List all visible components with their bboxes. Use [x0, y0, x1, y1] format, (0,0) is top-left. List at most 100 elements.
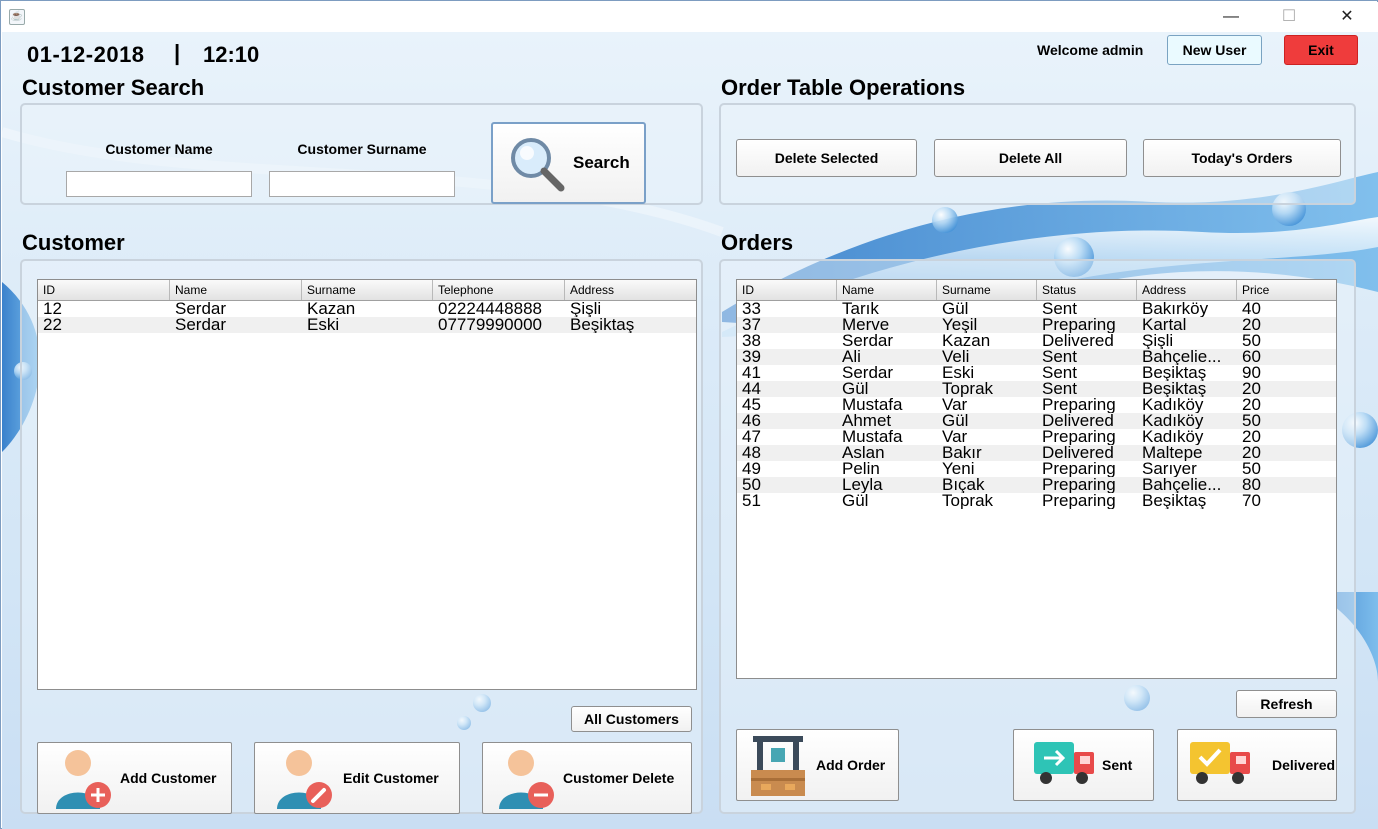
edit-customer-label: Edit Customer: [343, 770, 439, 786]
cell-id: 47: [742, 429, 761, 445]
table-row[interactable]: 46 Ahmet Gül Delivered Kadıköy 50: [737, 413, 1336, 429]
cell-status: Sent: [1042, 349, 1077, 365]
delivered-button[interactable]: Delivered: [1177, 729, 1337, 801]
cell-address: Bahçelie...: [1142, 349, 1222, 365]
table-row[interactable]: 38 Serdar Kazan Delivered Şişli 50: [737, 333, 1336, 349]
table-row[interactable]: 45 Mustafa Var Preparing Kadıköy 20: [737, 397, 1336, 413]
column-header-name[interactable]: Name: [837, 280, 937, 300]
cell-status: Preparing: [1042, 429, 1116, 445]
maximize-button[interactable]: ☐: [1277, 6, 1301, 28]
all-customers-button[interactable]: All Customers: [571, 706, 692, 732]
column-header-telephone[interactable]: Telephone: [433, 280, 565, 300]
column-header-status[interactable]: Status: [1037, 280, 1137, 300]
cell-id: 51: [742, 493, 761, 509]
cell-surname: Toprak: [942, 381, 994, 397]
column-header-id[interactable]: ID: [38, 280, 170, 300]
search-button[interactable]: Search: [491, 122, 646, 204]
refresh-button[interactable]: Refresh: [1236, 690, 1337, 718]
cell-id: 33: [742, 301, 761, 317]
column-header-address[interactable]: Address: [1137, 280, 1237, 300]
cell-status: Preparing: [1042, 461, 1116, 477]
table-row[interactable]: 51 Gül Toprak Preparing Beşiktaş 70: [737, 493, 1336, 509]
customer-table[interactable]: ID Name Surname Telephone Address 12 Ser…: [37, 279, 697, 690]
table-row[interactable]: 41 Serdar Eski Sent Beşiktaş 90: [737, 365, 1336, 381]
edit-customer-button[interactable]: Edit Customer: [254, 742, 460, 814]
column-header-price[interactable]: Price: [1237, 280, 1336, 300]
cell-name: Gül: [842, 381, 869, 397]
cell-surname: Kazan: [942, 333, 991, 349]
customer-surname-input[interactable]: [269, 171, 455, 197]
current-date: 01-12-2018: [27, 42, 145, 67]
todays-orders-button[interactable]: Today's Orders: [1143, 139, 1341, 177]
date-time-separator: |: [174, 40, 181, 65]
cell-address: Beşiktaş: [570, 317, 635, 333]
cell-telephone: 07779990000: [438, 317, 543, 333]
minimize-button[interactable]: —: [1219, 6, 1243, 28]
add-order-label: Add Order: [816, 757, 886, 773]
cell-name: Aslan: [842, 445, 885, 461]
table-row[interactable]: 47 Mustafa Var Preparing Kadıköy 20: [737, 429, 1336, 445]
delete-all-button[interactable]: Delete All: [934, 139, 1127, 177]
add-user-icon: [56, 750, 111, 809]
cell-id: 46: [742, 413, 761, 429]
cell-price: 20: [1242, 397, 1261, 413]
orders-table[interactable]: ID Name Surname Status Address Price 33 T…: [736, 279, 1337, 679]
order-ops-title: Order Table Operations: [721, 75, 966, 100]
column-header-name[interactable]: Name: [170, 280, 302, 300]
customer-name-label: Customer Name: [105, 141, 213, 157]
column-header-id[interactable]: ID: [737, 280, 837, 300]
table-row[interactable]: 44 Gül Toprak Sent Beşiktaş 20: [737, 381, 1336, 397]
column-header-address[interactable]: Address: [565, 280, 696, 300]
cell-status: Sent: [1042, 365, 1077, 381]
table-row[interactable]: 33 Tarık Gül Sent Bakırköy 40: [737, 301, 1336, 317]
cell-id: 49: [742, 461, 761, 477]
add-customer-button[interactable]: Add Customer: [37, 742, 232, 814]
delete-selected-button[interactable]: Delete Selected: [736, 139, 917, 177]
delete-customer-button[interactable]: Customer Delete: [482, 742, 692, 814]
cell-price: 50: [1242, 461, 1261, 477]
cell-address: Bahçelie...: [1142, 477, 1222, 493]
cell-address: Maltepe: [1142, 445, 1203, 461]
cell-price: 20: [1242, 381, 1261, 397]
cell-name: Serdar: [842, 365, 894, 381]
cell-surname: Eski: [307, 317, 340, 333]
cell-name: Gül: [842, 493, 869, 509]
column-header-surname[interactable]: Surname: [302, 280, 433, 300]
table-row[interactable]: 22 Serdar Eski 07779990000 Beşiktaş: [38, 317, 696, 333]
cell-status: Preparing: [1042, 493, 1116, 509]
cell-status: Delivered: [1042, 445, 1114, 461]
java-app-icon: ☕: [9, 9, 25, 25]
cell-surname: Gül: [942, 301, 969, 317]
column-header-surname[interactable]: Surname: [937, 280, 1037, 300]
cell-name: Mustafa: [842, 397, 903, 413]
table-row[interactable]: 39 Ali Veli Sent Bahçelie... 60: [737, 349, 1336, 365]
sent-button[interactable]: Sent: [1013, 729, 1154, 801]
cell-name: Serdar: [842, 333, 894, 349]
exit-button[interactable]: Exit: [1284, 35, 1358, 65]
table-row[interactable]: 48 Aslan Bakır Delivered Maltepe 20: [737, 445, 1336, 461]
cell-surname: Var: [942, 397, 968, 413]
cell-surname: Kazan: [307, 301, 356, 317]
current-time: 12:10: [203, 42, 260, 67]
table-row[interactable]: 49 Pelin Yeni Preparing Sarıyer 50: [737, 461, 1336, 477]
table-row[interactable]: 50 Leyla Bıçak Preparing Bahçelie... 80: [737, 477, 1336, 493]
orders-table-header: ID Name Surname Status Address Price: [737, 280, 1336, 301]
cell-surname: Veli: [942, 349, 970, 365]
table-row[interactable]: 12 Serdar Kazan 02224448888 Şişli: [38, 301, 696, 317]
orders-title: Orders: [721, 230, 794, 255]
customer-surname-label: Customer Surname: [297, 141, 427, 157]
table-row[interactable]: 37 Merve Yeşil Preparing Kartal 20: [737, 317, 1336, 333]
add-order-button[interactable]: Add Order: [736, 729, 899, 801]
cell-telephone: 02224448888: [438, 301, 543, 317]
customer-name-input[interactable]: [66, 171, 252, 197]
close-window-button[interactable]: ✕: [1335, 6, 1359, 28]
cell-status: Delivered: [1042, 333, 1114, 349]
cell-name: Pelin: [842, 461, 880, 477]
delete-customer-label: Customer Delete: [563, 770, 675, 786]
new-user-button[interactable]: New User: [1167, 35, 1262, 65]
cell-address: Sarıyer: [1142, 461, 1197, 477]
cell-address: Kadıköy: [1142, 397, 1204, 413]
delivery-truck-sent-icon: [1034, 742, 1094, 784]
cell-address: Kadıköy: [1142, 413, 1204, 429]
title-bar: ☕ — ☐ ✕: [2, 2, 1378, 32]
